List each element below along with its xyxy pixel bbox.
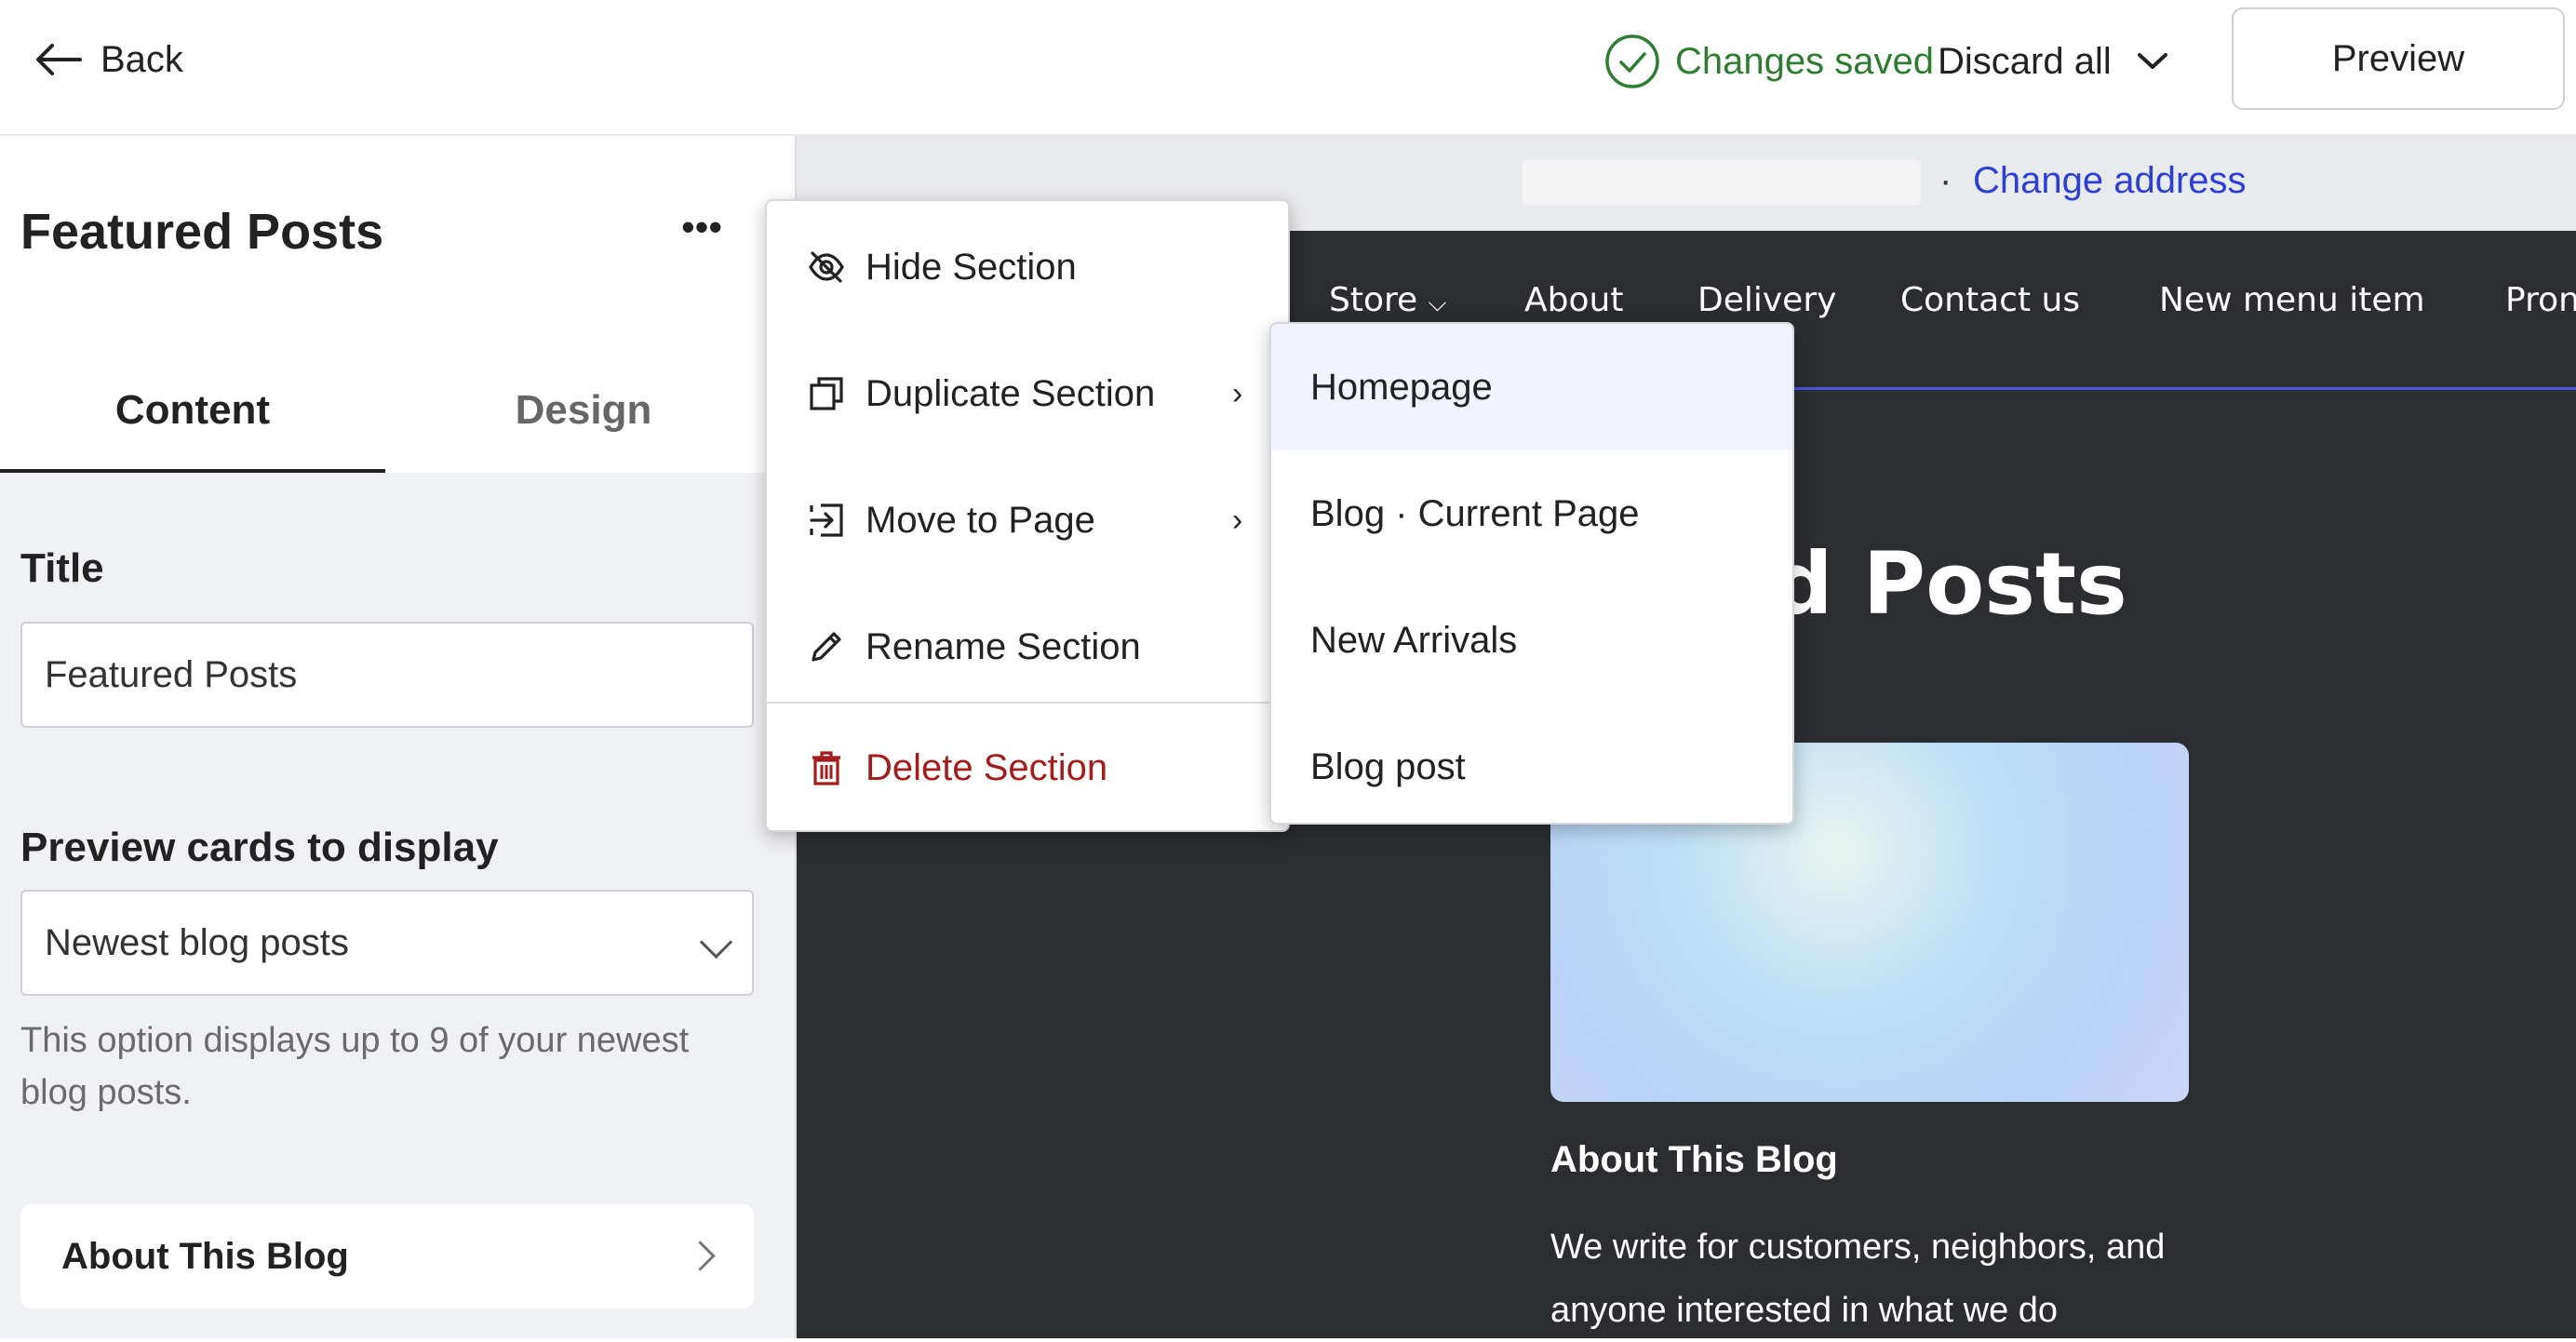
chevron-down-icon: ⌵	[1428, 289, 1447, 317]
move-to-page-icon	[808, 502, 845, 539]
more-options-button[interactable]: •••	[674, 208, 730, 255]
submenu-item-blog-post[interactable]: Blog post	[1271, 704, 1792, 823]
menu-label-duplicate: Duplicate Section	[865, 372, 1156, 414]
menu-item-hide-section[interactable]: Hide Section	[767, 207, 1288, 328]
trash-icon	[808, 749, 845, 786]
preview-cards-select[interactable]: Newest blog posts	[20, 890, 754, 996]
blog-card-description: We write for customers, neighbors, and a…	[1550, 1228, 2166, 1330]
about-this-blog-label: About This Blog	[61, 1235, 349, 1277]
pencil-icon	[808, 628, 845, 665]
tab-content[interactable]: Content	[0, 359, 385, 462]
nav-item-delivery[interactable]: Delivery	[1697, 281, 1836, 319]
submenu-item-new-arrivals[interactable]: New Arrivals	[1271, 577, 1792, 704]
eye-off-icon	[808, 248, 845, 286]
menu-label-delete: Delete Section	[865, 746, 1108, 788]
about-this-blog-item[interactable]: About This Blog	[20, 1204, 754, 1308]
section-editor-panel: Featured Posts ••• Content Design Title …	[0, 136, 797, 1338]
nav-item-contact[interactable]: Contact us	[1900, 281, 2080, 319]
back-button[interactable]: Back	[35, 34, 183, 86]
menu-label-hide: Hide Section	[865, 246, 1077, 288]
discard-all-dropdown[interactable]: Discard all	[1938, 34, 2169, 89]
menu-item-duplicate-section[interactable]: Duplicate Section ›	[767, 333, 1288, 454]
nav-item-store[interactable]: Store ⌵	[1329, 281, 1446, 319]
nav-item-about[interactable]: About	[1524, 281, 1623, 319]
address-separator: ·	[1939, 160, 1952, 201]
title-label: Title	[20, 545, 104, 591]
menu-label-rename: Rename Section	[865, 625, 1141, 667]
menu-item-rename-section[interactable]: Rename Section	[767, 586, 1288, 707]
submenu-item-blog-current-page[interactable]: Blog · Current Page	[1271, 450, 1792, 577]
tab-design[interactable]: Design	[391, 359, 776, 462]
chevron-right-icon: ›	[1232, 375, 1243, 411]
back-label: Back	[101, 38, 183, 80]
section-options-menu: Hide Section Duplicate Section › Move to…	[765, 199, 1290, 832]
chevron-down-icon	[699, 925, 733, 960]
submenu-item-homepage[interactable]: Homepage	[1271, 324, 1792, 450]
menu-item-move-to-page[interactable]: Move to Page ›	[767, 460, 1288, 581]
blog-card-title[interactable]: About This Blog	[1550, 1139, 1838, 1181]
top-bar: Back Changes saved Discard all Preview	[0, 0, 2576, 136]
nav-item-pron[interactable]: Pron	[2505, 281, 2576, 319]
menu-item-delete-section[interactable]: Delete Section	[767, 707, 1288, 828]
check-circle-icon	[1605, 34, 1659, 88]
discard-label: Discard all	[1938, 40, 2112, 82]
menu-divider	[767, 702, 1288, 704]
preview-button[interactable]: Preview	[2232, 7, 2565, 110]
chevron-down-icon	[2137, 53, 2167, 69]
chevron-right-icon	[685, 1241, 716, 1271]
save-status: Changes saved	[1604, 34, 1934, 89]
arrow-left-icon	[36, 44, 82, 75]
active-tab-indicator	[0, 469, 385, 473]
redacted-address	[1523, 160, 1921, 205]
preview-cards-hint: This option displays up to 9 of your new…	[20, 1021, 690, 1112]
duplicate-icon	[808, 375, 845, 412]
preview-cards-value: Newest blog posts	[45, 921, 349, 963]
chevron-right-icon: ›	[1232, 502, 1243, 538]
section-title: Featured Posts	[20, 204, 384, 260]
preview-cards-label: Preview cards to display	[20, 825, 499, 870]
status-text: Changes saved	[1675, 40, 1934, 82]
nav-item-new-menu-item[interactable]: New menu item	[2159, 281, 2425, 319]
change-address-link[interactable]: Change address	[1973, 160, 2247, 202]
title-input[interactable]: Featured Posts	[20, 622, 754, 728]
panel-header: Featured Posts ••• Content Design	[0, 136, 795, 473]
page-submenu: Homepage Blog · Current Page New Arrival…	[1269, 322, 1794, 825]
menu-label-move: Move to Page	[865, 499, 1095, 541]
